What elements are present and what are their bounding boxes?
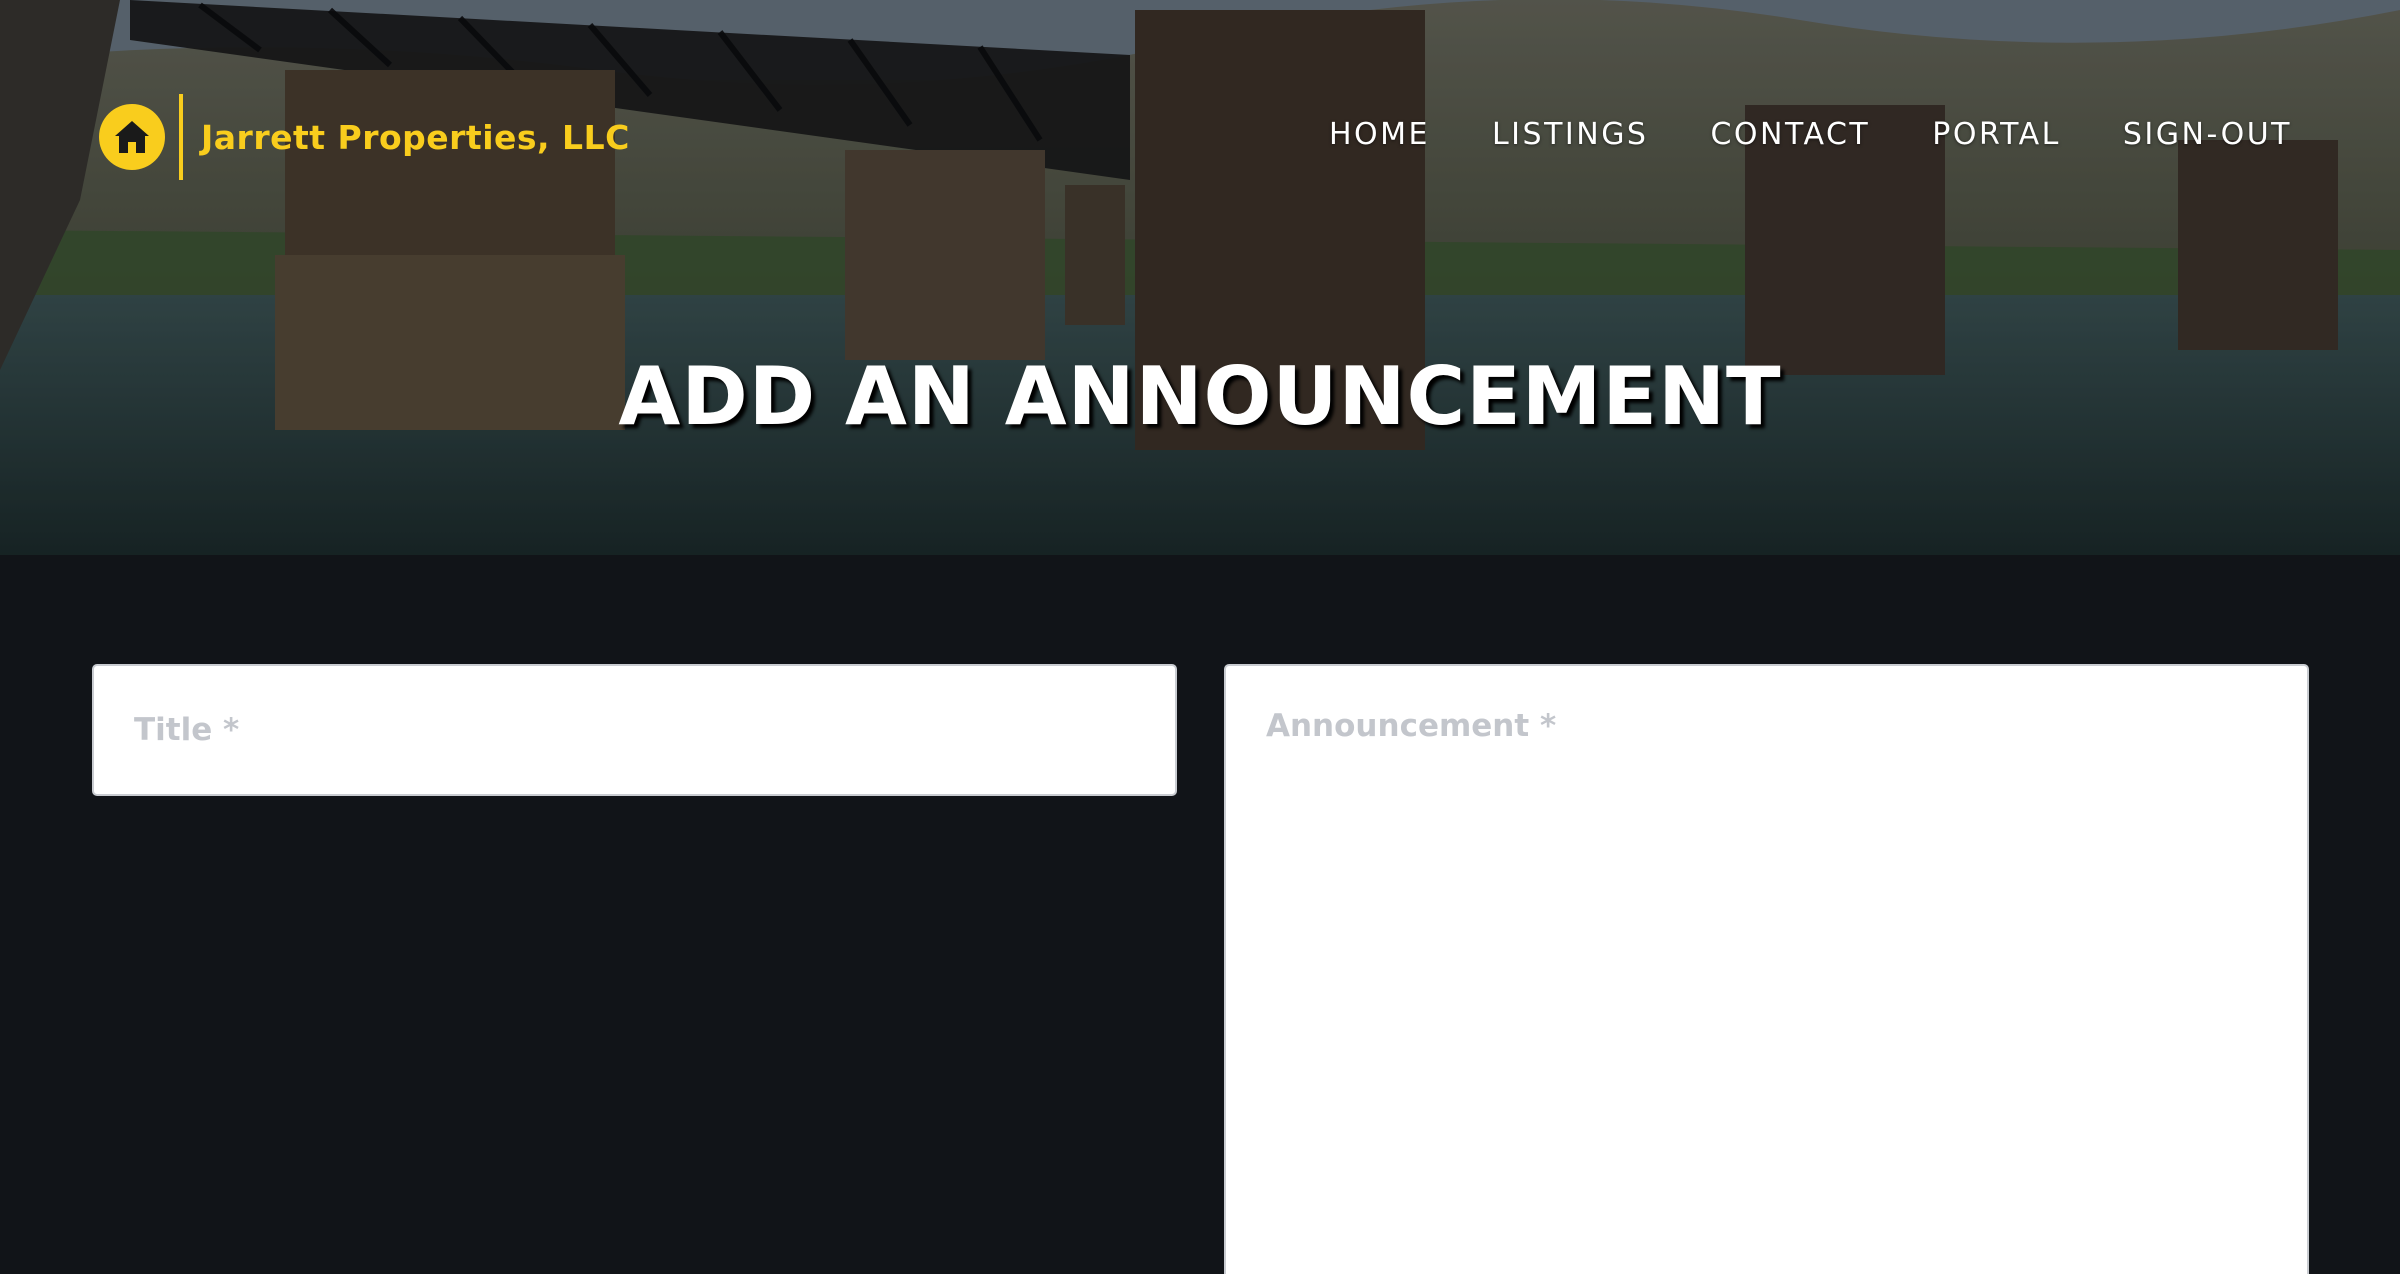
announcement-field-container — [1224, 664, 2309, 1274]
brand-divider — [179, 94, 183, 180]
nav-home[interactable]: HOME — [1329, 110, 1430, 160]
hero-background-image — [0, 0, 2400, 555]
nav-sign-out[interactable]: SIGN-OUT — [2123, 110, 2292, 160]
nav-contact[interactable]: CONTACT — [1710, 110, 1870, 160]
home-icon — [99, 104, 165, 170]
title-input[interactable] — [94, 666, 1175, 794]
main-nav: HOME LISTINGS CONTACT PORTAL SIGN-OUT — [1329, 110, 2292, 160]
nav-portal[interactable]: PORTAL — [1932, 110, 2061, 160]
page-title: ADD AN ANNOUNCEMENT — [618, 350, 1782, 443]
hero-banner: Jarrett Properties, LLC HOME LISTINGS CO… — [0, 0, 2400, 555]
announcement-textarea[interactable] — [1226, 666, 2307, 1274]
brand-logo[interactable]: Jarrett Properties, LLC — [99, 94, 630, 180]
title-field-container — [92, 664, 1177, 796]
nav-listings[interactable]: LISTINGS — [1492, 110, 1649, 160]
brand-name: Jarrett Properties, LLC — [201, 117, 630, 157]
